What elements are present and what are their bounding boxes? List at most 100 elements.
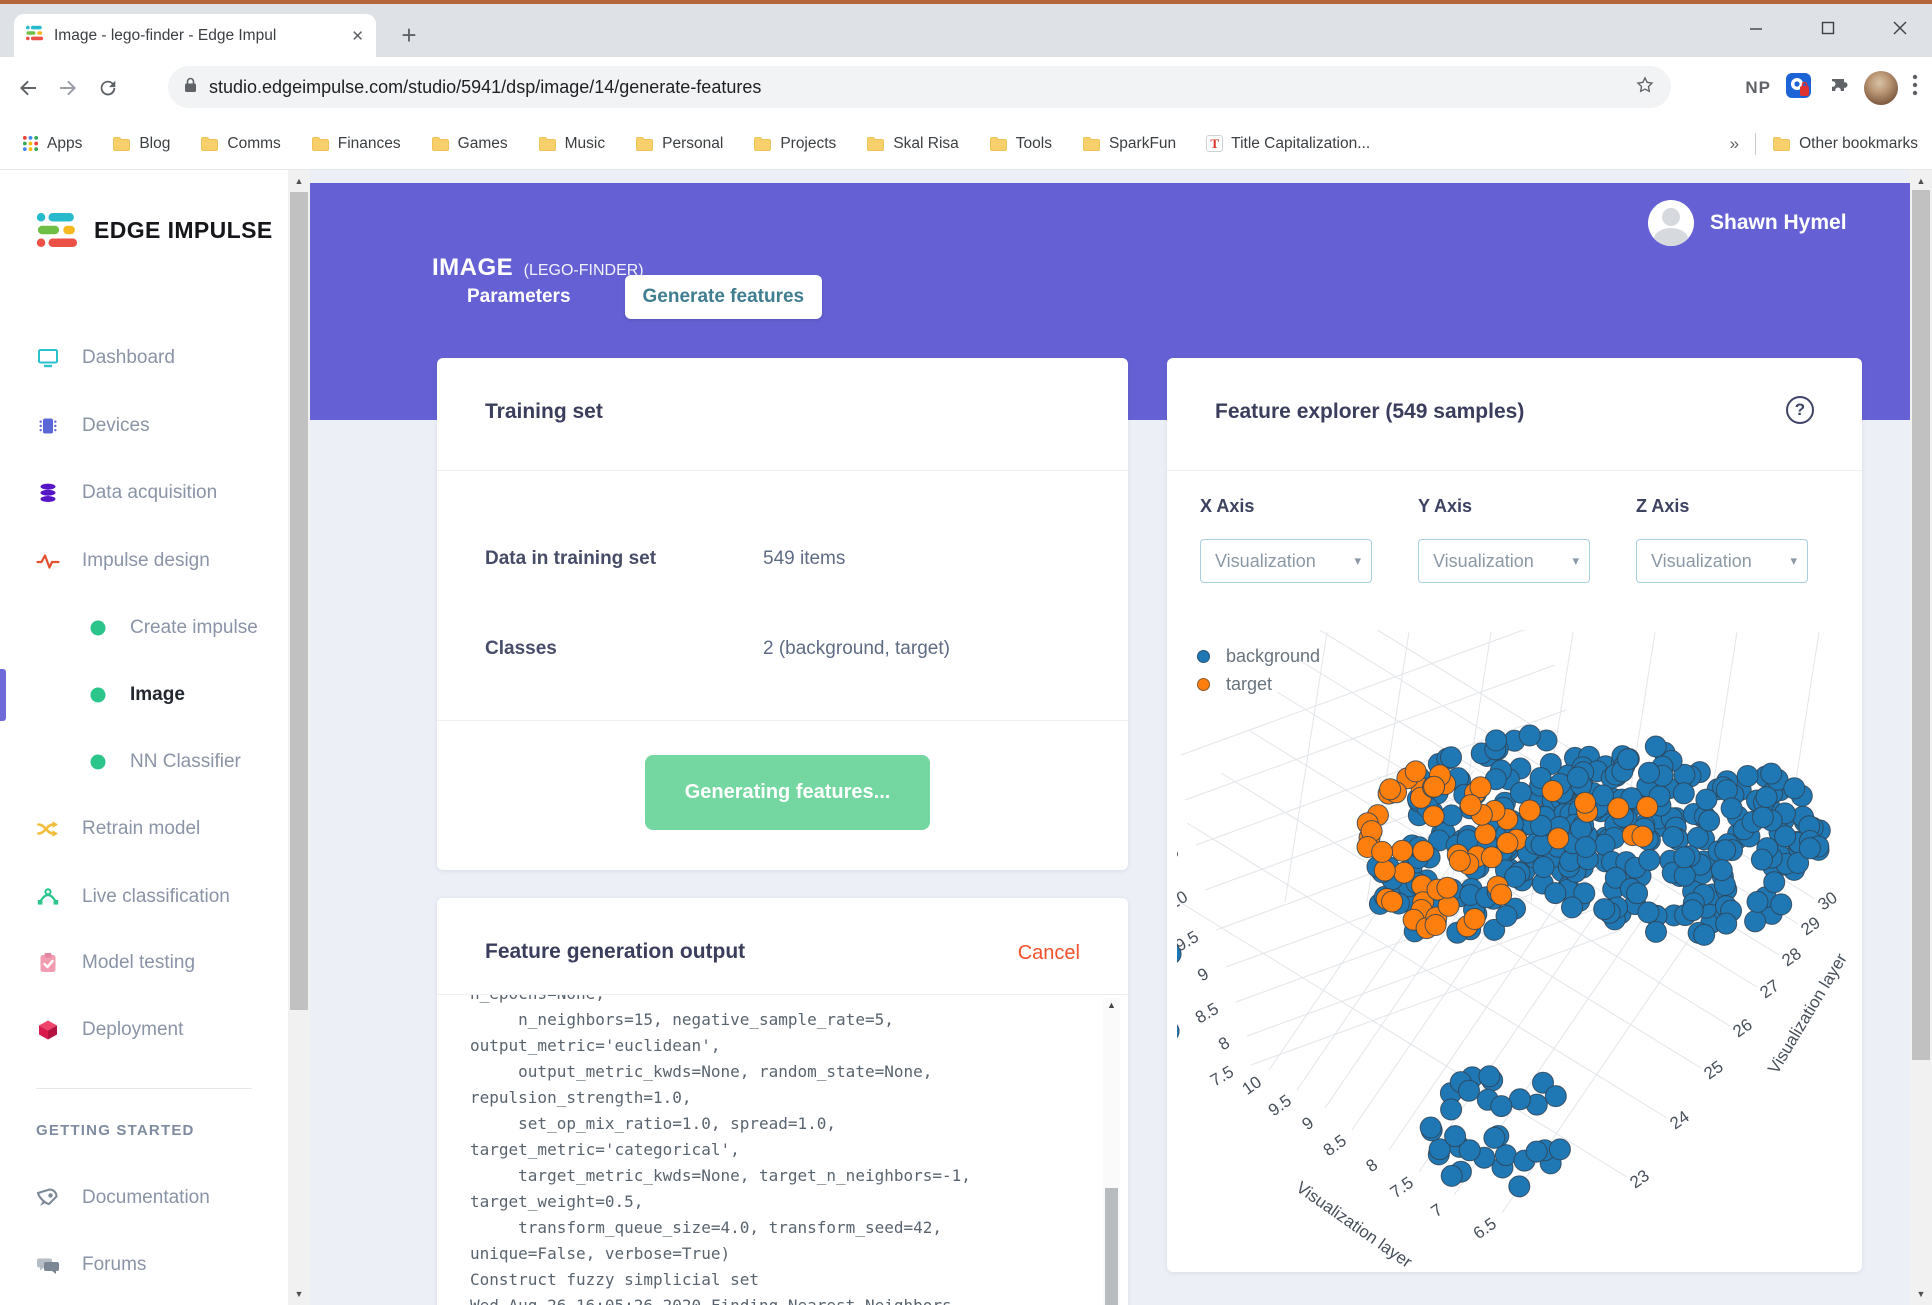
minimize-button[interactable] — [1734, 20, 1778, 40]
svg-text:7: 7 — [1428, 1200, 1447, 1221]
bookmark-item[interactable]: Personal — [635, 135, 723, 153]
user-chip[interactable]: Shawn Hymel — [1648, 200, 1847, 246]
tab-strip: Image - lego-finder - Edge Impul ✕ + — [0, 4, 1932, 57]
bookmark-title-capitalization[interactable]: T Title Capitalization... — [1206, 135, 1370, 153]
chevron-down-icon: ▾ — [1572, 553, 1579, 568]
bookmark-item[interactable]: Games — [431, 135, 508, 153]
bookmark-item[interactable]: Blog — [112, 135, 170, 153]
brand-name: EDGE IMPULSE — [94, 216, 273, 243]
feature-output-title: Feature generation output — [485, 940, 746, 963]
bookmark-item[interactable]: Comms — [200, 135, 281, 153]
folder-icon — [1773, 136, 1791, 151]
new-tab-button[interactable]: + — [392, 18, 426, 52]
console-scrollbar[interactable]: ▲ — [1103, 998, 1120, 1305]
feature-scatter-3d[interactable]: 10.5109.598.587.5 109.598.587.576.5302928… — [1177, 630, 1862, 1272]
svg-text:26: 26 — [1729, 1015, 1755, 1041]
sidebar-item-nn-classifier[interactable]: NN Classifier — [0, 740, 288, 784]
sidebar-item-live-classification[interactable]: Live classification — [0, 875, 288, 919]
bookmark-star-icon[interactable] — [1635, 75, 1655, 100]
browser-window: Image - lego-finder - Edge Impul ✕ + stu… — [0, 0, 1932, 1305]
tab-parameters[interactable]: Parameters — [449, 275, 589, 319]
axis-label: Y Axis — [1418, 496, 1473, 516]
scroll-up-icon: ▲ — [1916, 176, 1926, 186]
axis-select-y[interactable]: Visualization ▾ — [1418, 539, 1590, 583]
svg-text:25: 25 — [1700, 1057, 1726, 1083]
green-dot-icon — [90, 687, 106, 703]
profile-monogram[interactable]: NP — [1745, 78, 1771, 98]
app-sidebar: EDGE IMPULSE Dashboard Devices Data acquis… — [0, 170, 288, 1305]
sidebar-item-data-acquisition[interactable]: Data acquisition — [0, 471, 288, 515]
generating-features-button[interactable]: Generating features... — [645, 755, 930, 830]
other-bookmarks[interactable]: Other bookmarks — [1772, 135, 1918, 153]
scroll-up-icon: ▲ — [294, 176, 304, 186]
password-extension-icon[interactable] — [1785, 72, 1812, 104]
back-icon[interactable] — [8, 68, 48, 108]
bookmark-item[interactable]: Music — [538, 135, 605, 153]
sidebar-item-model-testing[interactable]: Model testing — [0, 941, 288, 985]
retrain-model-icon — [36, 817, 60, 841]
console-line: unique=False, verbose=True) — [470, 1244, 731, 1263]
scroll-down-icon: ▼ — [294, 1289, 304, 1299]
folder-icon — [1082, 136, 1100, 151]
page-scrollbar[interactable]: ▲ ▼ — [1910, 170, 1932, 1305]
close-window-button[interactable] — [1878, 20, 1922, 40]
sidebar-item-impulse-design[interactable]: Impulse design — [0, 539, 288, 583]
sidebar-item-forums[interactable]: Forums — [0, 1243, 288, 1287]
bookmark-item[interactable]: Tools — [989, 135, 1052, 153]
extensions-puzzle-icon[interactable] — [1826, 73, 1850, 102]
chevron-down-icon: ▾ — [1354, 553, 1361, 568]
sidebar-item-retrain-model[interactable]: Retrain model — [0, 807, 288, 851]
forward-icon[interactable] — [48, 68, 88, 108]
sidebar-item-devices[interactable]: Devices — [0, 404, 288, 448]
svg-text:9: 9 — [1194, 964, 1212, 985]
sidebar-item-create-impulse[interactable]: Create impulse — [0, 606, 288, 650]
maximize-button[interactable] — [1806, 20, 1850, 40]
sidebar-item-image[interactable]: Image — [0, 669, 288, 721]
deployment-icon — [36, 1018, 60, 1042]
menu-kebab-icon[interactable] — [1912, 73, 1918, 102]
reload-icon[interactable] — [88, 68, 128, 108]
svg-text:9.5: 9.5 — [1265, 1091, 1295, 1120]
axis-select-x[interactable]: Visualization ▾ — [1200, 539, 1372, 583]
tab-generate-features[interactable]: Generate features — [624, 275, 823, 319]
help-icon[interactable]: ? — [1786, 396, 1814, 424]
sidebar-scrollbar[interactable]: ▲ ▼ — [288, 170, 310, 1305]
axis-label: X Axis — [1200, 496, 1255, 516]
bookmarks-bar: Apps Blog Comms Finances Games Music Personal… — [0, 118, 1932, 170]
console-output[interactable]: n_epochs=None, n_neighbors=15, negative_… — [437, 995, 1128, 1305]
documentation-icon — [36, 1186, 60, 1210]
green-dot-icon — [90, 620, 106, 636]
cancel-link[interactable]: Cancel — [1018, 942, 1080, 965]
bookmark-item[interactable]: SparkFun — [1082, 135, 1176, 153]
page-tabs: Parameters Generate features — [449, 274, 823, 320]
tab-close-icon[interactable]: ✕ — [351, 27, 364, 45]
bookmarks-separator — [1755, 132, 1757, 155]
sidebar-item-dashboard[interactable]: Dashboard — [0, 336, 288, 380]
bookmark-item[interactable]: Finances — [311, 135, 401, 153]
sidebar-item-documentation[interactable]: Documentation — [0, 1176, 288, 1220]
chevron-down-icon: ▾ — [1790, 553, 1797, 568]
bookmarks-overflow-icon[interactable]: » — [1730, 134, 1739, 154]
bookmark-item[interactable]: Skal Risa — [866, 135, 959, 153]
green-dot-icon — [90, 754, 106, 770]
scroll-down-icon: ▼ — [1916, 1289, 1926, 1299]
browser-tab[interactable]: Image - lego-finder - Edge Impul ✕ — [14, 14, 376, 57]
svg-text:23: 23 — [1626, 1166, 1652, 1192]
live-classification-icon — [36, 885, 60, 909]
sidebar-item-deployment[interactable]: Deployment — [0, 1008, 288, 1052]
url-text[interactable]: studio.edgeimpulse.com/studio/5941/dsp/i… — [209, 77, 1623, 98]
svg-text:6.5: 6.5 — [1470, 1214, 1500, 1243]
edge-impulse-logo[interactable]: EDGE IMPULSE — [36, 212, 273, 248]
axis-select-z[interactable]: Visualization ▾ — [1636, 539, 1808, 583]
console-line: n_neighbors=15, negative_sample_rate=5, — [470, 1010, 894, 1029]
console-line: n_epochs=None, — [470, 995, 1088, 1007]
bookmark-apps[interactable]: Apps — [22, 135, 82, 153]
url-bar[interactable]: studio.edgeimpulse.com/studio/5941/dsp/i… — [168, 66, 1671, 108]
bookmark-item[interactable]: Projects — [753, 135, 836, 153]
svg-text:7.5: 7.5 — [1207, 1062, 1237, 1090]
feature-explorer-title: Feature explorer (549 samples) — [1215, 400, 1525, 423]
browser-avatar[interactable] — [1864, 70, 1898, 105]
feature-output-card: Feature generation output Cancel n_epoch… — [437, 898, 1128, 1305]
console-line: transform_queue_size=4.0, transform_seed… — [470, 1218, 943, 1237]
svg-text:29: 29 — [1797, 913, 1823, 939]
